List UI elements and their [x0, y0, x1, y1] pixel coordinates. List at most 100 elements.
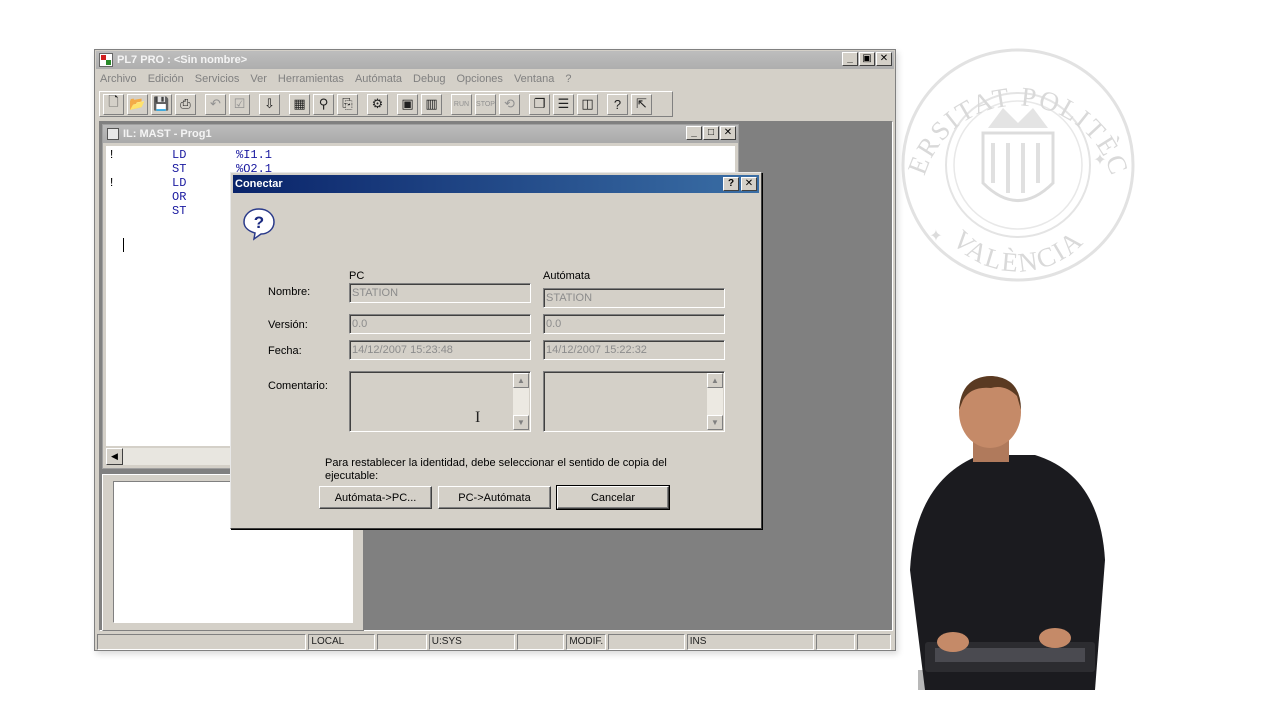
replace-icon[interactable]: ⎘: [337, 93, 358, 115]
menu-bar: Archivo Edición Servicios Ver Herramient…: [96, 70, 894, 88]
io-config-icon[interactable]: ⚙: [367, 93, 388, 115]
plc-comment-scrollbar[interactable]: ▲ ▼: [707, 373, 723, 430]
status-cell: [516, 634, 565, 650]
stop-icon[interactable]: STOP: [475, 93, 496, 115]
pc-comment-memo[interactable]: ▲ ▼: [349, 371, 531, 432]
identity-message: Para restablecer la identidad, debe sele…: [325, 457, 667, 482]
instruction: OR: [172, 190, 187, 204]
pc-comment-scrollbar[interactable]: ▲ ▼: [513, 373, 529, 430]
line-marker: !: [108, 176, 116, 190]
scroll-down-icon[interactable]: ▼: [513, 415, 529, 430]
question-icon: ?: [243, 208, 275, 241]
status-bar: LOCAL U:SYS MODIF. INS: [97, 634, 893, 650]
dialog-help-button[interactable]: ?: [723, 177, 739, 191]
menu-opciones[interactable]: Opciones: [456, 73, 502, 85]
connect-dialog: Conectar ? ✕ ? PC Autómata Nombre: STATI…: [230, 172, 762, 529]
app-titlebar[interactable]: PL7 PRO : <Sin nombre> _ ▣ ✕: [96, 51, 894, 69]
memory-icon[interactable]: ▥: [421, 93, 442, 115]
minimize-button[interactable]: _: [842, 52, 858, 66]
line-marker: !: [108, 148, 116, 162]
help-icon[interactable]: ?: [607, 93, 628, 115]
plc-version-field[interactable]: 0.0: [543, 314, 725, 334]
scroll-up-icon[interactable]: ▲: [707, 373, 723, 388]
init-icon[interactable]: ⟲: [499, 93, 520, 115]
calculator-icon[interactable]: ▦: [289, 93, 310, 115]
undo-icon[interactable]: ↶: [205, 93, 226, 115]
status-cell: [97, 634, 307, 650]
save-icon[interactable]: 💾: [151, 93, 172, 115]
svg-text:✦: ✦: [929, 228, 942, 245]
text-caret: [123, 238, 124, 252]
status-cell: [816, 634, 855, 650]
menu-debug[interactable]: Debug: [413, 73, 445, 85]
menu-ventana[interactable]: Ventana: [514, 73, 554, 85]
tile-horizontal-icon[interactable]: ☰: [553, 93, 574, 115]
run-icon[interactable]: RUN: [451, 93, 472, 115]
cascade-icon[interactable]: ❐: [529, 93, 550, 115]
scroll-down-icon[interactable]: ▼: [707, 415, 723, 430]
status-cell: [856, 634, 891, 650]
status-modified: MODIF.: [566, 634, 607, 650]
menu-archivo[interactable]: Archivo: [100, 73, 137, 85]
plc-date-field[interactable]: 14/12/2007 15:22:32: [543, 340, 725, 360]
il-minimize-button[interactable]: _: [686, 126, 702, 140]
comment-label: Comentario:: [268, 380, 328, 392]
tile-vertical-icon[interactable]: ◫: [577, 93, 598, 115]
plc-comment-memo[interactable]: ▲ ▼: [543, 371, 725, 432]
name-label: Nombre:: [268, 286, 311, 298]
app-window-controls: _ ▣ ✕: [842, 52, 892, 66]
restore-button[interactable]: ▣: [859, 52, 875, 66]
pc-date-field[interactable]: 14/12/2007 15:23:48: [349, 340, 531, 360]
menu-help[interactable]: ?: [565, 73, 571, 85]
menu-servicios[interactable]: Servicios: [195, 73, 240, 85]
check-icon[interactable]: ☑: [229, 93, 250, 115]
menu-ver[interactable]: Ver: [250, 73, 267, 85]
il-document-icon: [107, 128, 119, 140]
plc-name-field[interactable]: STATION: [543, 288, 725, 308]
il-close-button[interactable]: ✕: [720, 126, 736, 140]
stop-label: STOP: [476, 100, 495, 108]
il-window-controls: _ □ ✕: [686, 126, 736, 140]
close-button[interactable]: ✕: [876, 52, 892, 66]
dialog-close-button[interactable]: ✕: [741, 177, 757, 191]
cancel-button[interactable]: Cancelar: [556, 485, 670, 510]
scroll-left-icon[interactable]: ◀: [106, 448, 123, 465]
status-cell: [608, 634, 685, 650]
pc-version-field[interactable]: 0.0: [349, 314, 531, 334]
university-seal-watermark: UNIVERSITAT POLITÈCNICA VALÈNCIA ✦ ✦: [893, 33, 1135, 282]
import-icon[interactable]: ⇩: [259, 93, 280, 115]
dialog-titlebar[interactable]: Conectar ? ✕: [233, 175, 759, 193]
il-editor-titlebar[interactable]: IL: MAST - Prog1 _ □ ✕: [103, 125, 738, 143]
version-label: Versión:: [268, 319, 308, 331]
dialog-title: Conectar: [235, 178, 283, 190]
scroll-up-icon[interactable]: ▲: [513, 373, 529, 388]
run-label: RUN: [453, 100, 470, 108]
monitor-icon[interactable]: ▣: [397, 93, 418, 115]
toolbar: 🗋 📂 💾 ⎙ ↶ ☑ ⇩ ▦ ⚲ ⎘ ⚙ ▣ ▥ RUN STOP ⟲ ❐ ☰…: [99, 91, 673, 117]
print-icon[interactable]: ⎙: [175, 93, 196, 115]
dialog-controls: ? ✕: [723, 177, 757, 191]
operand: %I1.1: [236, 148, 273, 162]
app-title: PL7 PRO : <Sin nombre>: [117, 54, 248, 66]
menu-herramientas[interactable]: Herramientas: [278, 73, 344, 85]
menu-edicion[interactable]: Edición: [148, 73, 184, 85]
ibeam-cursor-icon: I: [475, 409, 481, 426]
pc-to-plc-button[interactable]: PC->Autómata: [438, 486, 551, 509]
il-maximize-button[interactable]: □: [703, 126, 719, 140]
new-icon[interactable]: 🗋: [103, 93, 124, 115]
menu-automata[interactable]: Autómata: [355, 73, 402, 85]
pc-column-header: PC: [349, 270, 365, 282]
svg-text:?: ?: [254, 213, 264, 232]
app-icon: [99, 53, 113, 67]
status-user: U:SYS: [428, 634, 515, 650]
plc-to-pc-button[interactable]: Autómata->PC...: [319, 486, 432, 509]
instruction: LD: [172, 176, 187, 190]
find-icon[interactable]: ⚲: [313, 93, 334, 115]
pc-name-field[interactable]: STATION: [349, 283, 531, 303]
plc-column-header: Autómata: [543, 270, 591, 282]
instruction: LD: [172, 148, 187, 162]
context-help-icon[interactable]: ⇱: [631, 93, 652, 115]
status-cell: [377, 634, 427, 650]
open-icon[interactable]: 📂: [127, 93, 148, 115]
il-editor-title: IL: MAST - Prog1: [123, 128, 212, 140]
